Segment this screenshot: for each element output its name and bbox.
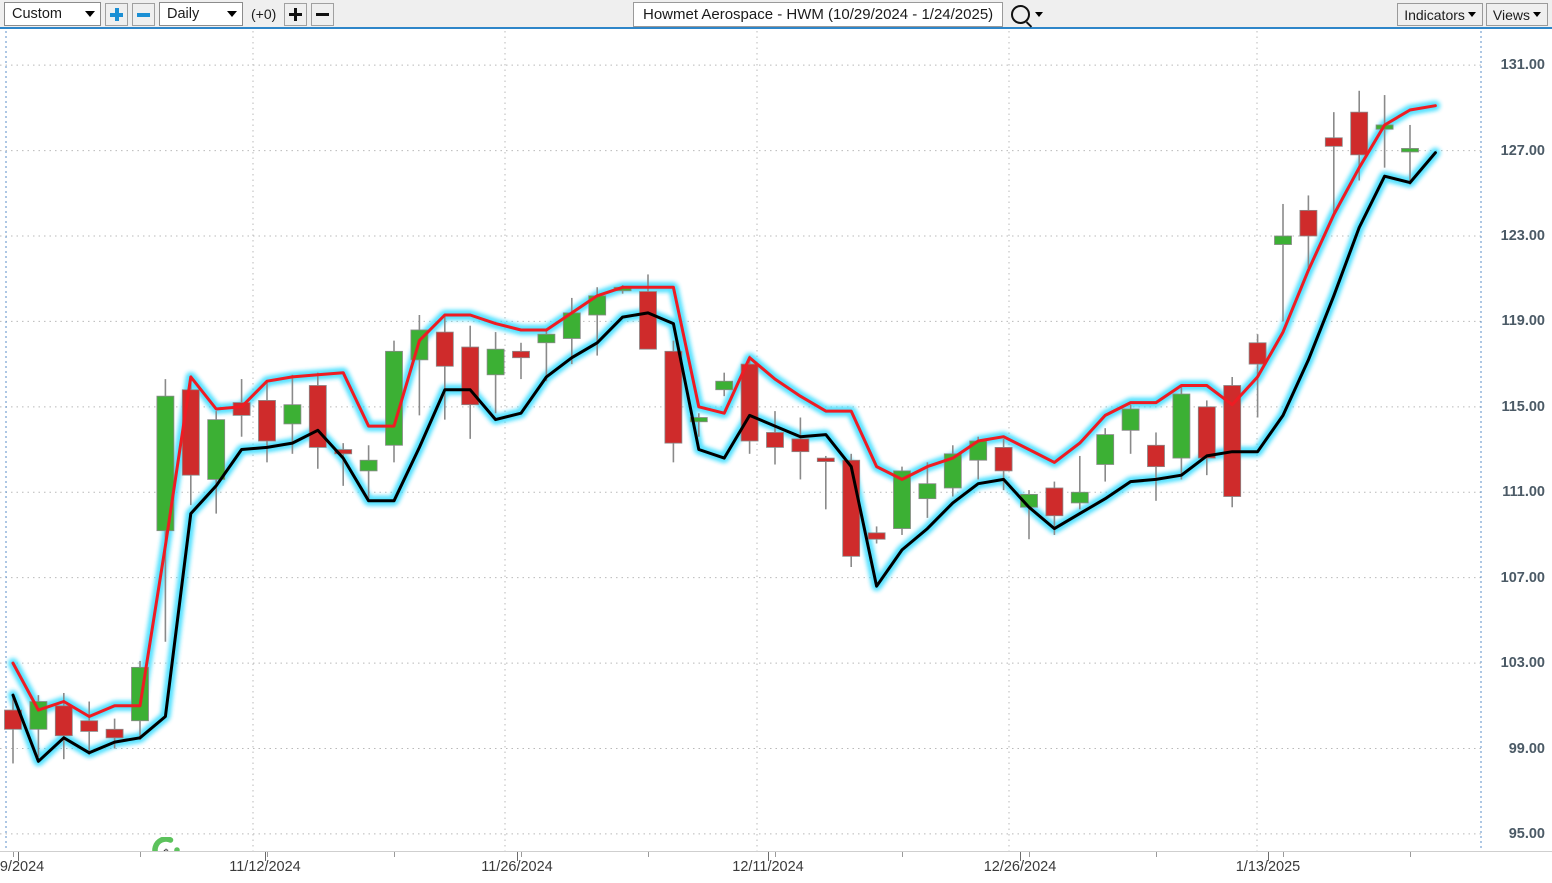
time-tick [902,852,903,857]
time-tick [13,852,14,857]
time-tick-label: 1/13/2025 [1236,859,1301,875]
time-tick [775,852,776,857]
time-tick-label: 11/12/2024 [229,859,301,875]
time-tick [521,852,522,857]
time-tick-label: 12/11/2024 [732,859,804,875]
toolbar-right-group: Indicators Views [1397,3,1548,26]
chevron-down-icon [1035,12,1043,17]
views-button[interactable]: Views [1486,3,1548,26]
price-tick-label: 123.00 [1501,228,1545,244]
time-tick [1156,852,1157,857]
offset-increase-button[interactable] [284,3,307,26]
range-zoom-in-button[interactable] [105,3,128,26]
price-tick-label: 119.00 [1501,313,1545,329]
offset-decrease-button[interactable] [311,3,334,26]
symbol-title-field[interactable]: Howmet Aerospace - HWM (10/29/2024 - 1/2… [633,2,1003,27]
time-tick-label: 29/2024 [0,859,44,875]
chevron-down-icon [1533,12,1541,17]
price-tick-label: 115.00 [1501,399,1545,415]
price-tick-label: 127.00 [1501,143,1545,159]
offset-label: (+0) [251,6,276,22]
interval-select-value: Daily [167,6,222,22]
time-tick-label: 11/26/2024 [481,859,553,875]
toolbar-left-group: Custom Daily (+0) [4,2,334,26]
time-tick [1029,852,1030,857]
price-tick-label: 103.00 [1501,655,1545,671]
price-tick-label: 107.00 [1501,570,1545,586]
chevron-down-icon [1468,12,1476,17]
range-zoom-out-button[interactable] [132,3,155,26]
chevron-down-icon [80,3,100,25]
time-tick [394,852,395,857]
chart-plot-area[interactable]: $ [0,31,1483,851]
price-axis[interactable]: 131.00 127.00 123.00 119.00 115.00 111.00 107.… [1483,31,1552,851]
symbol-title-group: Howmet Aerospace - HWM (10/29/2024 - 1/2… [633,2,1043,27]
time-tick-label: 12/26/2024 [984,859,1057,875]
indicators-button[interactable]: Indicators [1397,3,1483,26]
indicators-label: Indicators [1404,7,1465,23]
price-tick-label: 111.00 [1502,484,1545,500]
time-axis[interactable]: 29/2024 11/12/2024 11/26/2024 12/11/2024 12/… [0,851,1552,883]
chevron-down-icon [222,3,242,25]
time-tick [648,852,649,857]
interval-select[interactable]: Daily [159,2,243,26]
candlestick-chart [0,31,1483,851]
time-tick [1283,852,1284,857]
price-tick-label: 99.00 [1509,741,1545,757]
time-tick [267,852,268,857]
range-select[interactable]: Custom [4,2,101,26]
time-tick [1410,852,1411,857]
time-tick [140,852,141,857]
views-label: Views [1493,7,1530,23]
search-button[interactable] [1011,5,1043,24]
search-icon [1011,5,1030,24]
toolbar: Custom Daily (+0) Howmet Aerospace - HWM… [0,0,1552,29]
candle-series [5,91,1419,764]
price-tick-label: 95.00 [1509,826,1545,842]
price-tick-label: 131.00 [1501,57,1545,73]
range-select-value: Custom [12,6,80,22]
